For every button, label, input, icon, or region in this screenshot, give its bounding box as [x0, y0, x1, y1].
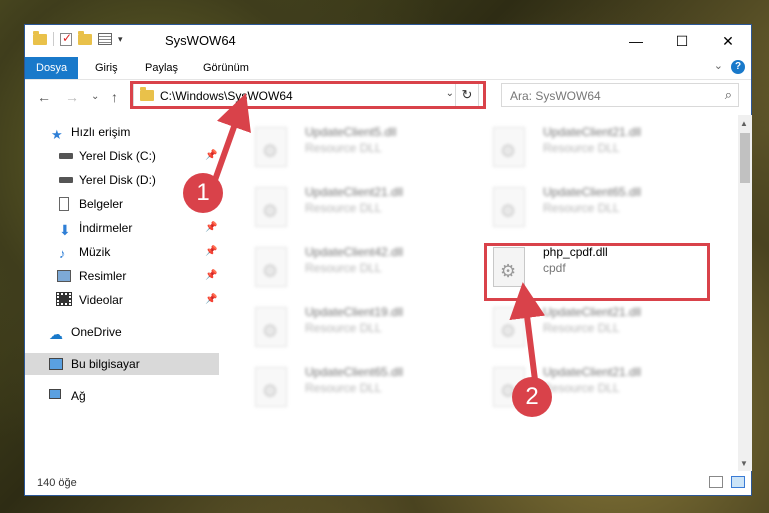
step-marker-1: 1 — [183, 173, 223, 213]
annotation-arrows — [212, 93, 546, 381]
arrow-to-file — [509, 282, 546, 381]
step-marker-2: 2 — [512, 377, 552, 417]
arrow-to-address-bar — [212, 93, 251, 182]
